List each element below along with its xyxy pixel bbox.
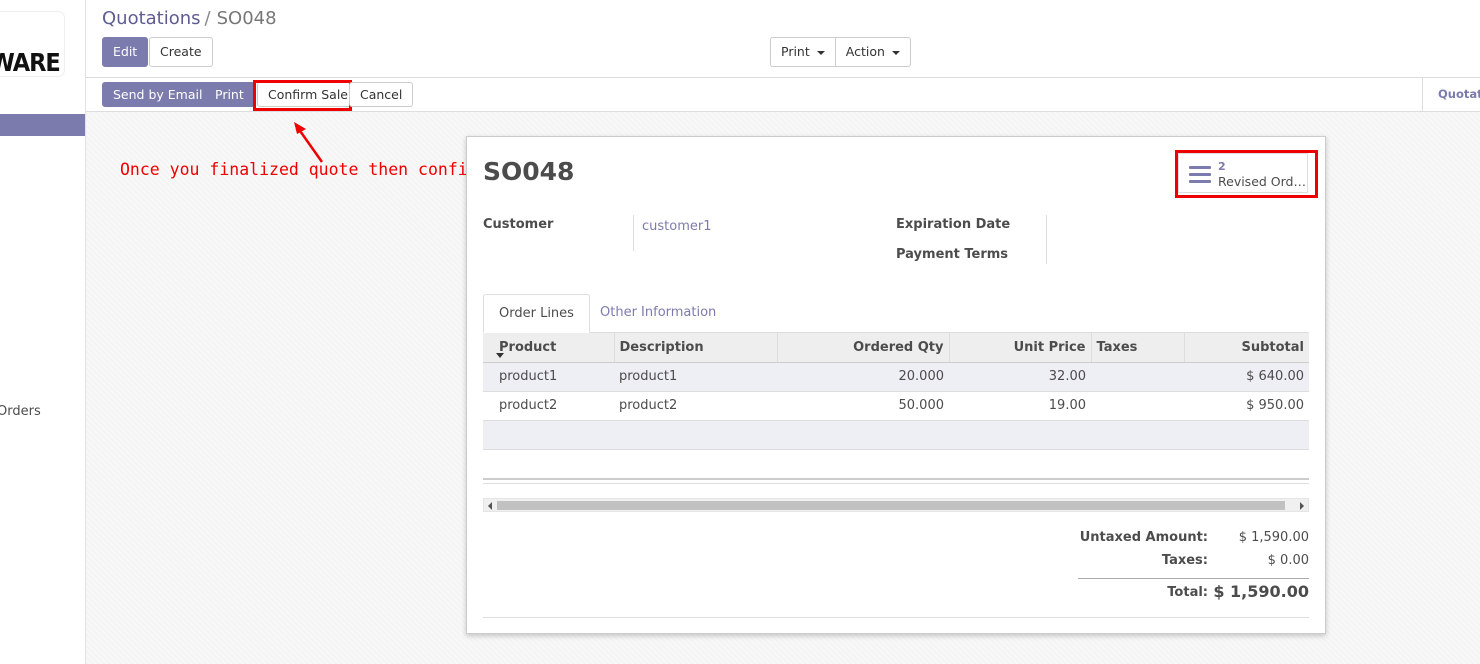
total-label: Total: (1167, 585, 1208, 600)
table-row[interactable]: product2 product2 50.000 19.00 $ 950.00 (483, 391, 1309, 421)
column-header-subtotal[interactable]: Subtotal (1183, 333, 1309, 363)
sheet-bottom-divider (483, 617, 1309, 618)
breadcrumb: Quotations / SO048 (102, 8, 277, 29)
breadcrumb-separator: / (204, 8, 211, 29)
order-totals: Untaxed Amount: $ 1,590.00 Taxes: $ 0.00… (1078, 530, 1309, 608)
column-header-ordered-qty[interactable]: Ordered Qty (776, 333, 949, 363)
caret-down-icon (816, 50, 825, 55)
print-dropdown-label: Print (781, 44, 810, 59)
form-sheet: SO048 2 Revised Orders Customer customer… (466, 136, 1326, 634)
table-empty-row (483, 420, 1309, 450)
customer-label: Customer (483, 217, 554, 232)
tab-other-information[interactable]: Other Information (585, 294, 731, 333)
customer-field: customer1 (633, 215, 712, 251)
cell-description: product1 (614, 362, 777, 392)
print-button[interactable]: Print (204, 82, 255, 107)
column-header-taxes[interactable]: Taxes (1090, 333, 1184, 363)
horizontal-scrollbar[interactable] (483, 498, 1309, 512)
company-logo[interactable]: / WARE (0, 12, 64, 76)
cell-description: product2 (614, 391, 777, 421)
app-sidebar: / WARE Orders (0, 0, 86, 664)
table-header-row: Product Description Ordered Qty Unit Pri… (483, 333, 1309, 363)
total-row: Total: $ 1,590.00 (1078, 582, 1309, 608)
sidebar-item-orders[interactable]: Orders (0, 404, 41, 419)
order-lines-table: Product Description Ordered Qty Unit Pri… (483, 333, 1309, 450)
column-header-description[interactable]: Description (613, 333, 777, 363)
cell-product: product2 (483, 391, 614, 421)
taxes-label: Taxes: (1161, 553, 1208, 568)
tab-order-lines[interactable]: Order Lines (483, 294, 590, 333)
send-by-email-button[interactable]: Send by Email (102, 82, 214, 107)
print-dropdown-button[interactable]: Print (770, 37, 836, 67)
caret-down-icon (891, 50, 900, 55)
cell-unit-price: 19.00 (949, 391, 1091, 421)
taxes-value: $ 0.00 (1267, 553, 1309, 568)
table-footer (483, 478, 1309, 484)
create-button[interactable]: Create (149, 37, 213, 67)
untaxed-amount-label: Untaxed Amount: (1079, 530, 1208, 545)
column-header-product[interactable]: Product (483, 333, 614, 363)
cancel-button[interactable]: Cancel (349, 82, 414, 107)
action-dropdown-label: Action (845, 44, 885, 59)
cell-ordered-qty: 20.000 (777, 362, 949, 392)
action-dropdown-button[interactable]: Action (835, 37, 911, 67)
breadcrumb-current: SO048 (216, 8, 277, 29)
sidebar-item-active[interactable] (0, 114, 85, 136)
cell-product: product1 (483, 362, 614, 392)
untaxed-amount-row: Untaxed Amount: $ 1,590.00 (1078, 530, 1309, 553)
table-row[interactable]: product1 product1 20.000 32.00 $ 640.00 (483, 362, 1309, 392)
status-stage-quotation[interactable]: Quotation (1422, 78, 1480, 111)
control-panel: Quotations / SO048 Edit Create Print Actio… (86, 0, 1480, 78)
sidebar-actions-group: Print Action (770, 37, 911, 67)
order-title: SO048 (483, 157, 575, 186)
untaxed-amount-value: $ 1,590.00 (1238, 530, 1309, 545)
logo-text-bottom: WARE (0, 48, 61, 76)
expiration-date-label: Expiration Date (896, 217, 1011, 232)
revised-orders-highlight-box (1175, 150, 1318, 198)
field-divider (1046, 215, 1047, 264)
breadcrumb-quotations-link[interactable]: Quotations (102, 8, 201, 29)
confirm-sale-highlight-box (253, 80, 352, 111)
sort-down-icon (496, 353, 504, 358)
edit-button[interactable]: Edit (102, 37, 149, 67)
cell-unit-price: 32.00 (949, 362, 1091, 392)
total-value: $ 1,590.00 (1213, 582, 1309, 601)
cell-subtotal: $ 640.00 (1184, 362, 1309, 392)
customer-link[interactable]: customer1 (642, 219, 712, 234)
scrollbar-thumb[interactable] (497, 501, 1285, 510)
scroll-right-icon[interactable] (1300, 502, 1304, 510)
payment-terms-label: Payment Terms (896, 247, 1009, 262)
cell-subtotal: $ 950.00 (1184, 391, 1309, 421)
form-content-area: Once you finalized quote then confirm it… (86, 112, 1480, 664)
taxes-row: Taxes: $ 0.00 (1078, 553, 1309, 576)
column-header-unit-price[interactable]: Unit Price (948, 333, 1091, 363)
totals-divider (1078, 578, 1309, 579)
scroll-left-icon[interactable] (488, 502, 492, 510)
annotation-note: Once you finalized quote then confirm it (120, 160, 518, 179)
cell-taxes (1091, 391, 1184, 421)
cell-taxes (1091, 362, 1184, 392)
form-statusbar: Send by Email Print Confirm Sale Cancel … (86, 78, 1480, 112)
notebook-tabs: Order Lines Other Information (483, 294, 1309, 333)
cell-ordered-qty: 50.000 (777, 391, 949, 421)
